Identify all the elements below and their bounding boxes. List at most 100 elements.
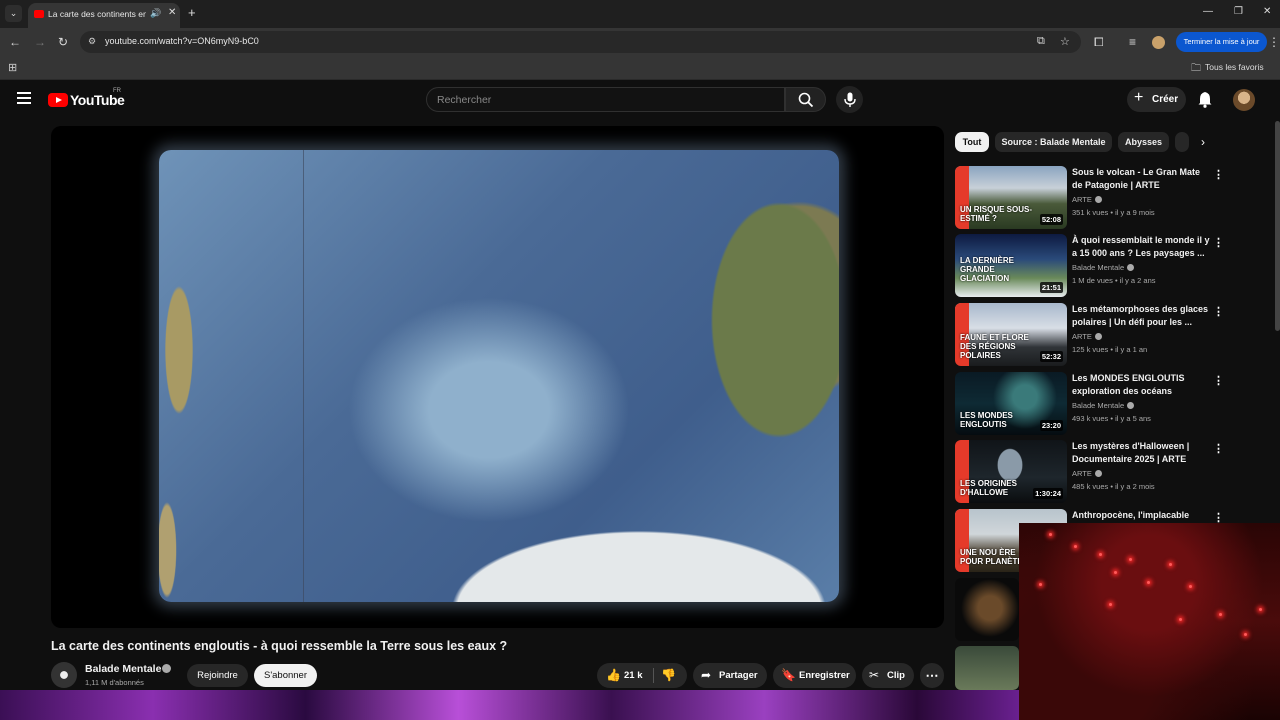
more-options-icon[interactable]: ⋮: [1213, 305, 1224, 318]
share-button[interactable]: ➦ Partager: [693, 663, 767, 688]
recommendation-meta: 493 k vues • il y a 5 ans: [1072, 414, 1151, 423]
chip-all[interactable]: Tout: [955, 132, 989, 152]
thumbs-up-icon[interactable]: 👍: [606, 668, 621, 682]
tab-list-chevron-icon[interactable]: ⌄: [5, 5, 22, 22]
plus-icon: +: [1134, 89, 1144, 106]
recommendation-item[interactable]: FAUNE ET FLORE DES RÉGIONS POLAIRES 52:3…: [955, 303, 1225, 367]
close-window-icon[interactable]: ✕: [1263, 6, 1271, 17]
minimize-icon[interactable]: —: [1203, 6, 1213, 17]
thumbnail-text: LES ORIGINES D'HALLOWE: [960, 479, 1017, 497]
subscribe-button[interactable]: S'abonner: [254, 664, 317, 687]
recommendation-item[interactable]: LA DERNIÈRE GRANDE GLACIATION 21:51 À qu…: [955, 234, 1225, 298]
divider: [653, 668, 654, 683]
youtube-favicon-icon: [34, 10, 44, 18]
video-thumbnail[interactable]: LA DERNIÈRE GRANDE GLACIATION 21:51: [955, 234, 1067, 297]
more-options-icon[interactable]: ⋮: [1213, 236, 1224, 249]
recommendation-title[interactable]: À quoi ressemblait le monde il y a 15 00…: [1072, 234, 1212, 260]
video-thumbnail[interactable]: LES ORIGINES D'HALLOWE 1:30:24: [955, 440, 1067, 503]
verified-check-icon: [1094, 470, 1102, 477]
profile-avatar-icon[interactable]: [1152, 36, 1165, 49]
media-controls-icon[interactable]: ≡: [1129, 35, 1136, 49]
search-button[interactable]: [785, 87, 826, 112]
restore-icon[interactable]: ❐: [1234, 6, 1243, 17]
search-input[interactable]: Rechercher: [426, 87, 785, 112]
join-button[interactable]: Rejoindre: [187, 664, 248, 687]
chip-source[interactable]: Source : Balade Mentale: [995, 132, 1112, 152]
bookmarks-bar: ⊞ 🗀 Tous les favoris: [0, 57, 1280, 80]
verified-check-icon: [1127, 402, 1135, 409]
recommendation-title[interactable]: Anthropocène, l'implacable: [1072, 509, 1212, 522]
folder-icon: 🗀: [1191, 63, 1201, 74]
update-button[interactable]: Terminer la mise à jour: [1176, 32, 1267, 52]
video-duration: 1:30:24: [1033, 488, 1063, 499]
browser-address-bar: ← → ↻ ⚙ youtube.com/watch?v=ON6myN9-bC0 …: [0, 28, 1280, 57]
recommendation-channel: ARTE: [1072, 469, 1102, 478]
clip-button[interactable]: ✂ Clip: [862, 663, 914, 688]
channel-label: ARTE: [1072, 469, 1092, 478]
youtube-play-logo-icon: [48, 93, 68, 107]
video-duration: 52:32: [1039, 351, 1063, 362]
active-browser-tab[interactable]: La carte des continents engloutis 🔊 ✕: [28, 3, 180, 28]
verified-check-icon: [1094, 196, 1102, 203]
video-thumbnail[interactable]: FAUNE ET FLORE DES RÉGIONS POLAIRES 52:3…: [955, 303, 1067, 366]
chip-partial[interactable]: [1175, 132, 1189, 152]
apps-grid-icon[interactable]: ⊞: [8, 61, 17, 74]
recommendation-title[interactable]: Sous le volcan - Le Gran Mate de Patagon…: [1072, 166, 1212, 192]
site-info-icon[interactable]: ⚙: [88, 36, 96, 47]
bookmark-star-icon[interactable]: ☆: [1060, 35, 1070, 48]
logo-text: YouTube: [70, 92, 125, 108]
page-scrollbar[interactable]: [1275, 121, 1280, 331]
more-options-icon[interactable]: ⋮: [1213, 168, 1224, 181]
account-avatar[interactable]: [1233, 89, 1255, 111]
recommendation-title[interactable]: Les MONDES ENGLOUTIS exploration des océ…: [1072, 372, 1212, 398]
omnibox[interactable]: ⚙ youtube.com/watch?v=ON6myN9-bC0 ⧉ ☆: [80, 31, 1081, 53]
video-thumbnail[interactable]: LES MONDES ENGLOUTIS 23:20: [955, 372, 1067, 435]
tab-title: La carte des continents engloutis: [48, 9, 146, 19]
recommendation-title[interactable]: Les métamorphoses des glaces polaires | …: [1072, 303, 1212, 329]
close-tab-icon[interactable]: ✕: [168, 7, 176, 18]
browser-menu-icon[interactable]: ⋮: [1268, 35, 1280, 49]
recommendation-channel: Balade Mentale: [1072, 401, 1135, 410]
chip-abysses[interactable]: Abysses: [1118, 132, 1169, 152]
thumbnail-text: LES MONDES ENGLOUTIS: [960, 411, 1013, 429]
reload-icon[interactable]: ↻: [58, 35, 68, 49]
url-text[interactable]: youtube.com/watch?v=ON6myN9-bC0: [105, 36, 259, 46]
verified-check-icon: [1127, 264, 1135, 271]
video-thumbnail[interactable]: [955, 578, 1019, 641]
save-button[interactable]: 🔖 Enregistrer: [773, 663, 856, 688]
create-button[interactable]: + Créer: [1127, 87, 1186, 112]
more-options-icon[interactable]: ⋮: [1213, 374, 1224, 387]
map-line: [303, 150, 304, 602]
thumbnail-text: LA DERNIÈRE GRANDE GLACIATION: [960, 256, 1014, 283]
video-player[interactable]: [51, 126, 944, 628]
channel-label: ARTE: [1072, 195, 1092, 204]
hamburger-menu-icon[interactable]: [17, 92, 31, 104]
like-count[interactable]: 21 k: [624, 670, 643, 681]
create-label: Créer: [1152, 94, 1179, 105]
voice-search-button[interactable]: [836, 86, 863, 113]
video-duration: 21:51: [1039, 282, 1063, 293]
channel-avatar[interactable]: [51, 662, 77, 688]
thumbs-down-icon[interactable]: 👎: [661, 668, 676, 682]
notifications-bell-icon[interactable]: [1198, 91, 1212, 108]
video-thumbnail[interactable]: UN RISQUE SOUS-ESTIMÉ ? 52:08: [955, 166, 1067, 229]
speaker-icon[interactable]: 🔊: [150, 8, 161, 19]
forward-arrow-icon[interactable]: →: [34, 35, 46, 49]
chevron-right-icon[interactable]: ›: [1201, 135, 1205, 149]
more-actions-icon[interactable]: ⋯: [920, 663, 944, 688]
recommendation-item[interactable]: LES MONDES ENGLOUTIS 23:20 Les MONDES EN…: [955, 372, 1225, 436]
channel-label: Balade Mentale: [1072, 263, 1125, 272]
video-thumbnail[interactable]: [955, 646, 1019, 690]
more-options-icon[interactable]: ⋮: [1213, 442, 1224, 455]
extensions-icon[interactable]: ⧠: [1094, 35, 1104, 50]
clip-label: Clip: [887, 670, 905, 681]
recommendation-title[interactable]: Les mystères d'Halloween | Documentaire …: [1072, 440, 1212, 466]
channel-name[interactable]: Balade Mentale: [85, 663, 161, 675]
all-bookmarks-link[interactable]: Tous les favoris: [1205, 62, 1264, 72]
recommendation-item[interactable]: UN RISQUE SOUS-ESTIMÉ ? 52:08 Sous le vo…: [955, 166, 1225, 230]
thumbnail-text: FAUNE ET FLORE DES RÉGIONS POLAIRES: [960, 333, 1029, 360]
back-arrow-icon[interactable]: ←: [9, 35, 21, 49]
recommendation-item[interactable]: LES ORIGINES D'HALLOWE 1:30:24 Les mystè…: [955, 440, 1225, 504]
install-app-icon[interactable]: ⧉: [1037, 35, 1045, 48]
new-tab-icon[interactable]: +: [188, 5, 196, 20]
